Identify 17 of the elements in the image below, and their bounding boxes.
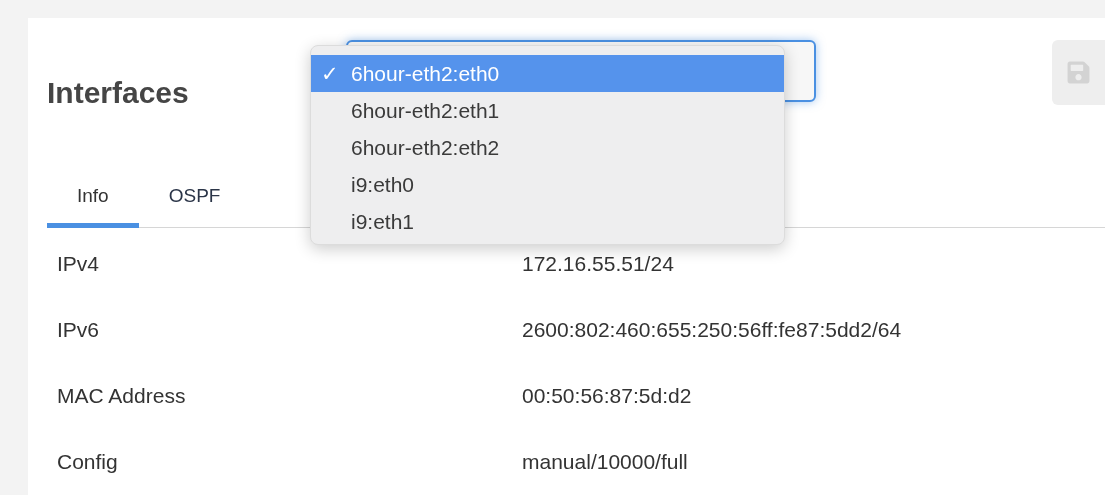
field-value: 00:50:56:87:5d:d2 <box>522 383 692 409</box>
tab[interactable]: Info <box>47 169 139 228</box>
dropdown-option[interactable]: 6hour-eth2:eth1 <box>311 92 784 129</box>
tab[interactable]: OSPF <box>138 169 251 228</box>
field-value: manual/10000/full <box>522 449 688 475</box>
field-label: Config <box>57 449 119 475</box>
field-value: 2600:802:460:655:250:56ff:fe87:5dd2/64 <box>522 317 902 343</box>
field-label: IPv4 <box>57 251 101 277</box>
save-icon <box>1066 60 1091 85</box>
dropdown-option[interactable]: 6hour-eth2:eth2 <box>311 129 784 166</box>
field-value: 172.16.55.51/24 <box>522 251 674 277</box>
page-title: Interfaces <box>47 78 189 108</box>
dropdown-option[interactable]: i9:eth0 <box>311 166 784 203</box>
field-label: MAC Address <box>57 383 187 409</box>
field-label: IPv6 <box>57 317 101 343</box>
save-button[interactable] <box>1052 40 1105 105</box>
dropdown-option[interactable]: i9:eth1 <box>311 203 784 240</box>
